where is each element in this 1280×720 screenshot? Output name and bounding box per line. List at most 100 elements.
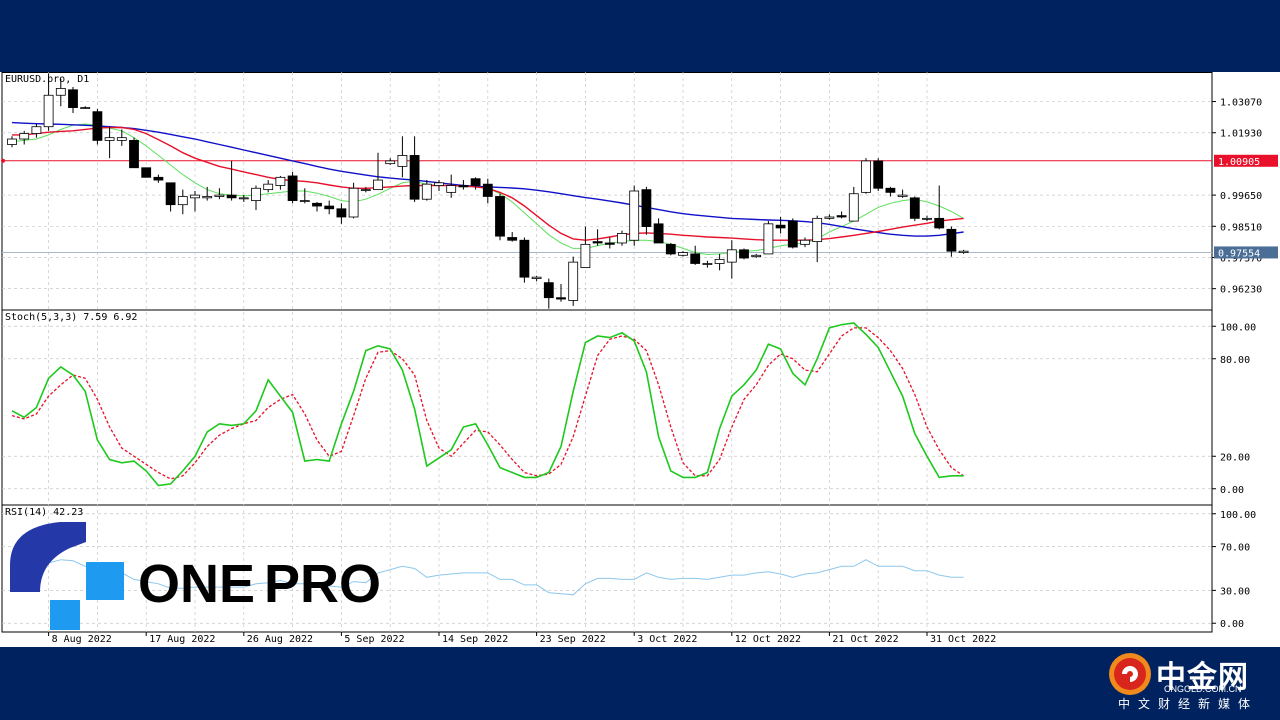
candle-body bbox=[775, 224, 786, 229]
candle-body bbox=[470, 178, 481, 186]
grid-layer bbox=[1, 72, 1213, 633]
candle-body bbox=[287, 175, 298, 201]
candle-body bbox=[55, 88, 66, 96]
candle-body bbox=[909, 197, 920, 219]
stoch-tick-label: 100.00 bbox=[1220, 322, 1256, 333]
current-price-tag-label: 0.97554 bbox=[1218, 248, 1260, 259]
candle-body bbox=[531, 276, 542, 279]
candle-body bbox=[434, 182, 444, 186]
candle-body bbox=[824, 216, 835, 219]
candle-body bbox=[275, 176, 286, 186]
rsi-tick-label: 0.00 bbox=[1220, 619, 1244, 630]
price-tick-label: 0.98510 bbox=[1220, 222, 1262, 233]
candle-body bbox=[568, 261, 579, 301]
candle-body bbox=[714, 258, 725, 264]
candle-body bbox=[31, 126, 42, 134]
candle-body bbox=[458, 185, 469, 188]
stoch-tick-label: 0.00 bbox=[1220, 485, 1244, 496]
rsi-label: RSI(14) 42.23 bbox=[5, 507, 83, 518]
price-tick-label: 0.96230 bbox=[1220, 285, 1262, 296]
time-tick-label: 3 Oct 2022 bbox=[637, 634, 697, 645]
candle-body bbox=[409, 155, 420, 200]
price-tick-label: 1.01930 bbox=[1220, 129, 1262, 140]
footer-bar bbox=[0, 647, 1280, 720]
candle-body bbox=[336, 208, 347, 218]
candle-body bbox=[141, 167, 152, 178]
candle-body bbox=[873, 160, 884, 189]
candle-body bbox=[360, 189, 371, 192]
resistance-line-marker bbox=[1, 158, 5, 163]
onepro-logo-square-small bbox=[50, 600, 80, 630]
candle-body bbox=[80, 107, 91, 109]
candle-body bbox=[739, 249, 749, 259]
candle-body bbox=[665, 243, 676, 255]
candle-body bbox=[861, 160, 871, 193]
candle-body bbox=[92, 111, 103, 141]
cngold-slogan: 中文财经新媒体 bbox=[1117, 697, 1258, 711]
candle-body bbox=[116, 137, 127, 141]
candle-body bbox=[202, 196, 213, 199]
candle-body bbox=[68, 89, 78, 108]
candle-body bbox=[592, 241, 603, 244]
time-tick-label: 8 Aug 2022 bbox=[52, 634, 112, 645]
candle-body bbox=[397, 155, 408, 167]
candle-body bbox=[848, 193, 859, 222]
candle-body bbox=[726, 249, 737, 263]
time-tick-label: 12 Oct 2022 bbox=[735, 634, 801, 645]
chart-svg: 1.030701.019300.996500.985100.973700.962… bbox=[1, 72, 1278, 645]
candle-body bbox=[190, 194, 200, 199]
main-price-pane: 1.030701.019300.996500.985100.973700.962… bbox=[1, 73, 1278, 309]
rsi-tick-label: 30.00 bbox=[1220, 586, 1250, 597]
candle-body bbox=[348, 187, 359, 218]
candle-body bbox=[482, 183, 493, 197]
candle-body bbox=[763, 223, 774, 255]
time-tick-label: 26 Aug 2022 bbox=[247, 634, 313, 645]
candle-body bbox=[629, 190, 640, 241]
time-tick-label: 17 Aug 2022 bbox=[149, 634, 215, 645]
candle-body bbox=[214, 194, 225, 197]
candle-body bbox=[104, 137, 115, 141]
resistance-price-tag-label: 1.00905 bbox=[1218, 157, 1260, 168]
time-tick-label: 31 Oct 2022 bbox=[930, 634, 996, 645]
cngold-site: CNGOLD.COM.CN bbox=[1164, 684, 1242, 694]
stoch-label: Stoch(5,3,3) 7.59 6.92 bbox=[5, 312, 137, 323]
cngold-emblem-icon bbox=[1109, 653, 1151, 695]
candle-body bbox=[43, 94, 54, 128]
time-tick-label: 14 Sep 2022 bbox=[442, 634, 508, 645]
candle-body bbox=[885, 187, 896, 193]
candle-body bbox=[604, 242, 615, 245]
time-tick-label: 5 Sep 2022 bbox=[344, 634, 404, 645]
candle-body bbox=[922, 217, 932, 220]
candle-body bbox=[421, 183, 432, 200]
onepro-logo-arc-mark bbox=[10, 522, 86, 592]
candle-body bbox=[177, 196, 188, 206]
candle-body bbox=[507, 237, 518, 241]
cngold-logo: 中金网 CNGOLD.COM.CN 中文财经新媒体 bbox=[1108, 652, 1268, 716]
rsi-tick-label: 100.00 bbox=[1220, 510, 1256, 521]
candle-body bbox=[495, 196, 505, 237]
candle-body bbox=[836, 215, 847, 218]
candle-body bbox=[385, 160, 396, 165]
candle-body bbox=[7, 138, 17, 145]
candle-body bbox=[751, 254, 762, 258]
candle-body bbox=[226, 194, 237, 199]
chart-border bbox=[1, 72, 1213, 633]
candle-body bbox=[653, 223, 664, 244]
candle-body bbox=[934, 217, 945, 229]
time-tick-label: 21 Oct 2022 bbox=[832, 634, 898, 645]
candle-body bbox=[263, 183, 274, 191]
price-tick-label: 1.03070 bbox=[1220, 98, 1262, 109]
candle-body bbox=[446, 185, 457, 193]
candle-body bbox=[580, 243, 591, 268]
time-tick-label: 23 Sep 2022 bbox=[540, 634, 606, 645]
onepro-logo-pro: PRO bbox=[264, 554, 381, 614]
candle-body bbox=[897, 194, 908, 197]
candle-body bbox=[543, 282, 554, 299]
candle-body bbox=[678, 252, 688, 256]
price-tick-label: 0.99650 bbox=[1220, 191, 1262, 202]
candle-body bbox=[19, 133, 30, 140]
candle-body bbox=[800, 239, 810, 245]
rsi-tick-label: 70.00 bbox=[1220, 543, 1250, 554]
stoch-tick-label: 20.00 bbox=[1220, 452, 1250, 463]
candle-body bbox=[312, 202, 322, 207]
